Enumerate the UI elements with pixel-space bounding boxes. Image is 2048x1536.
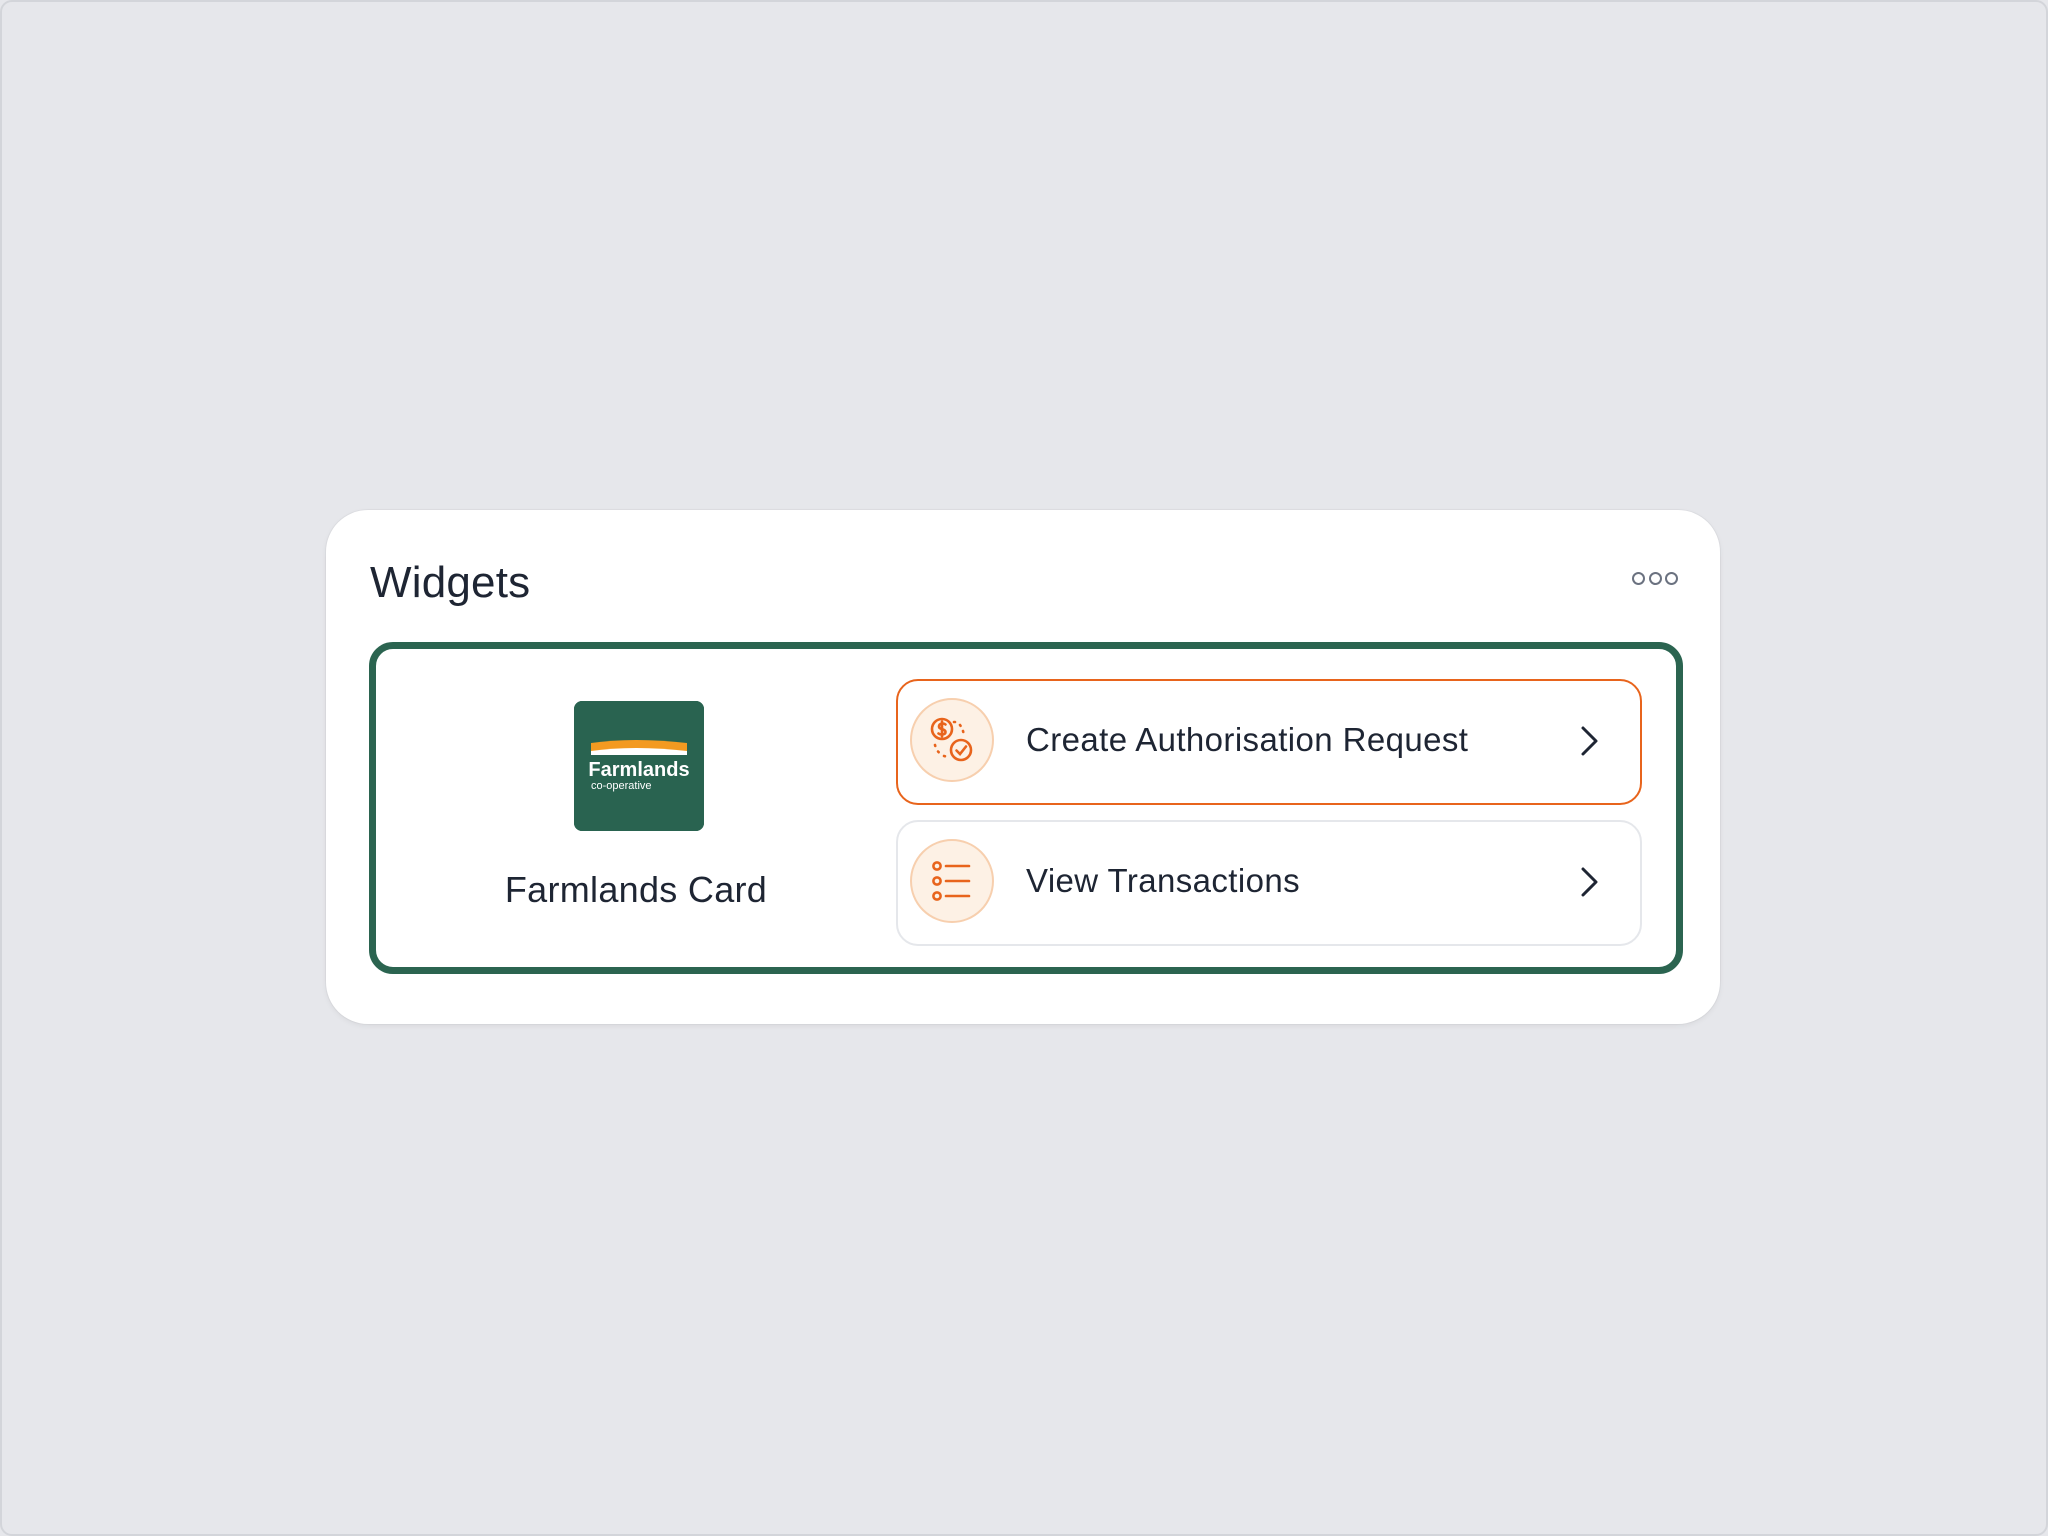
farmlands-logo: Farmlands co-operative xyxy=(574,701,704,831)
widgets-panel: Widgets Farmlands co-operative Farmlands… xyxy=(326,510,1720,1024)
list-icon xyxy=(910,839,994,923)
card-name: Farmlands Card xyxy=(504,869,768,910)
create-authorisation-request-button[interactable]: Create Authorisation Request xyxy=(896,679,1642,805)
more-horizontal-icon xyxy=(1632,571,1645,585)
create-authorisation-request-label: Create Authorisation Request xyxy=(1026,721,1469,758)
widgets-title: Widgets xyxy=(370,558,531,607)
chevron-right-icon xyxy=(1581,726,1598,756)
logo-brand-subtext: co-operative xyxy=(591,780,652,792)
farmlands-card-widget: Farmlands co-operative Farmlands Card Cr… xyxy=(369,642,1683,974)
more-dot xyxy=(1648,571,1662,585)
logo-brand-text: Farmlands xyxy=(588,759,689,781)
card-brand[interactable]: Farmlands co-operative Farmlands Card xyxy=(376,649,896,967)
view-transactions-button[interactable]: View Transactions xyxy=(896,820,1642,946)
view-transactions-label: View Transactions xyxy=(1026,862,1300,899)
farmlands-logo-graphic: Farmlands co-operative xyxy=(574,701,704,831)
dollar-check-icon xyxy=(910,698,994,782)
more-options-button[interactable] xyxy=(1632,566,1678,590)
chevron-right-icon xyxy=(1581,867,1598,897)
more-dot xyxy=(1665,571,1678,585)
